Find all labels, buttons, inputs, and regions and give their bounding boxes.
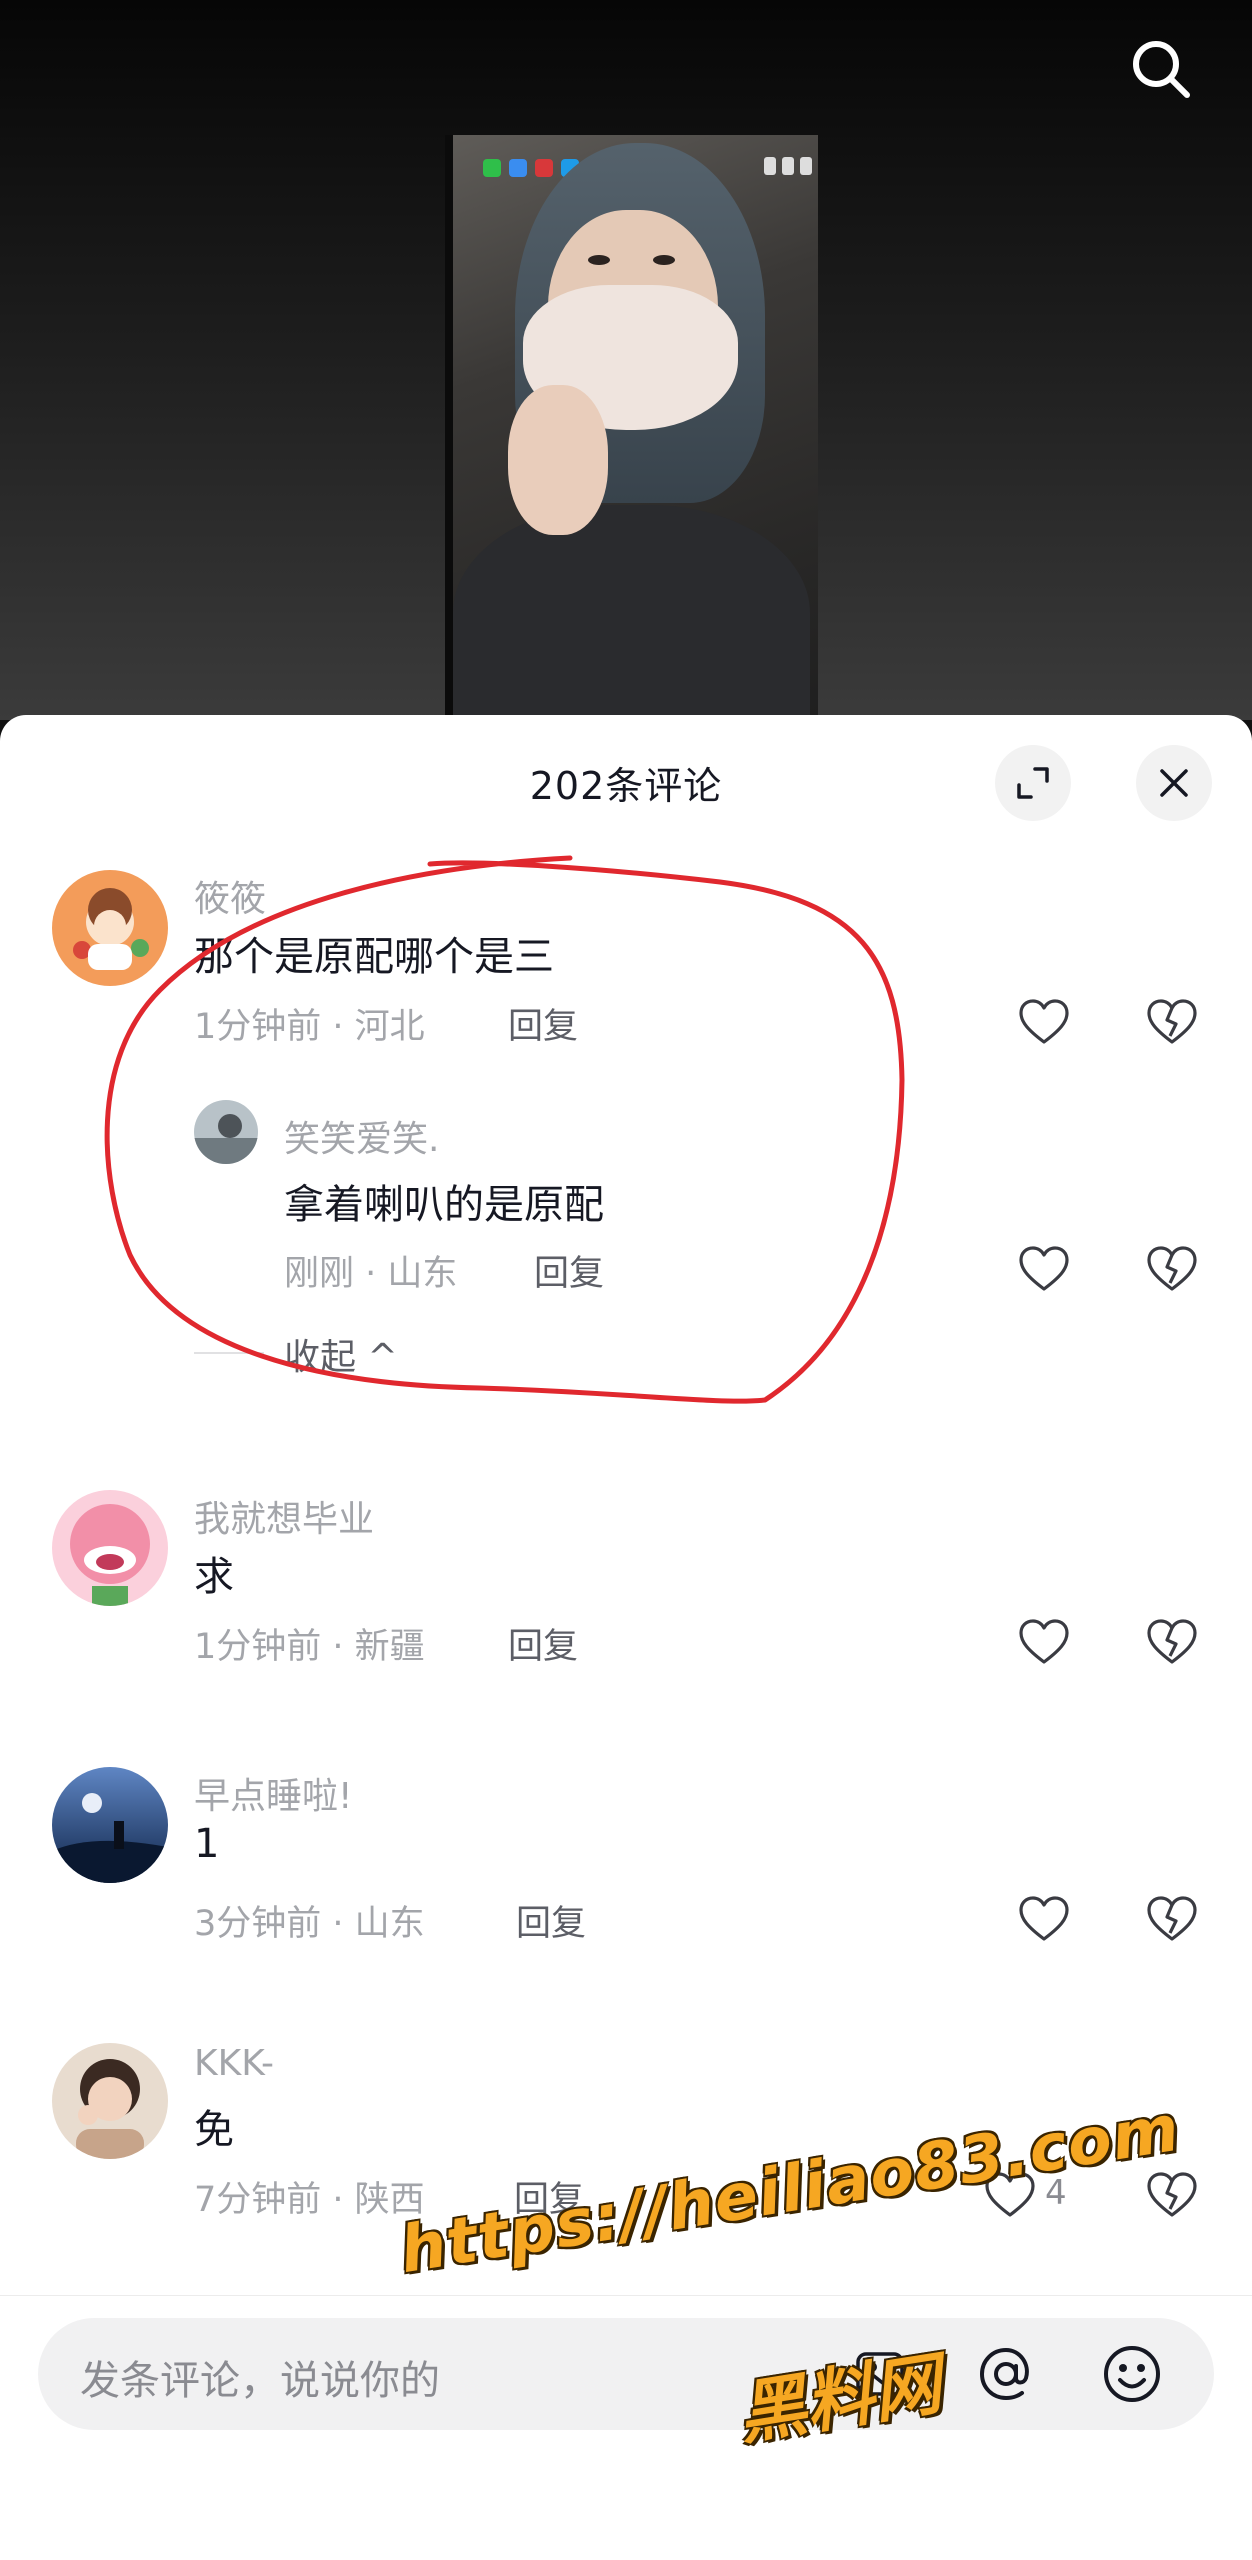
comment-meta: 1分钟前 · 河北 [194, 1007, 425, 1047]
heart-icon [1019, 1896, 1069, 1941]
comment-meta: 7分钟前 · 陕西 [194, 2180, 425, 2220]
person-hand [508, 385, 608, 535]
dislike-button[interactable] [1142, 992, 1202, 1052]
comment-meta: 刚刚 · 山东 [284, 1254, 458, 1294]
reply-button[interactable]: 回复 [508, 1618, 578, 1669]
video-status-indicators [764, 157, 812, 175]
comment-text: 求 [194, 1554, 234, 1600]
emoji-button[interactable] [1100, 2342, 1164, 2406]
avatar[interactable] [194, 1100, 258, 1164]
person-eye [653, 255, 675, 265]
commenter-name[interactable]: 早点睡啦! [194, 1767, 352, 1819]
mention-button[interactable] [974, 2342, 1038, 2406]
dislike-button[interactable] [1142, 1239, 1202, 1299]
comment-input-placeholder: 发条评论，说说你的 [80, 2358, 440, 2404]
broken-heart-icon [1147, 2172, 1197, 2217]
collapse-replies-button[interactable]: 收起 ^ [284, 1328, 398, 1380]
avatar[interactable] [52, 1767, 168, 1883]
dislike-button[interactable] [1142, 1889, 1202, 1949]
comment-input[interactable]: 发条评论，说说你的 [38, 2318, 1214, 2430]
comment-text: 那个是原配哪个是三 [194, 934, 554, 980]
search-icon [1133, 41, 1190, 98]
like-button[interactable] [1014, 992, 1074, 1052]
reply-button[interactable]: 回复 [516, 1895, 586, 1946]
comment-text: 1 [194, 1821, 220, 1867]
expand-button[interactable] [995, 745, 1071, 821]
input-divider [0, 2295, 1252, 2296]
reply-button[interactable]: 回复 [508, 998, 578, 1049]
close-icon [1160, 769, 1188, 797]
comment-text: 免 [194, 2107, 234, 2153]
broken-heart-icon [1147, 1246, 1197, 1291]
heart-icon [1019, 999, 1069, 1044]
video-player[interactable] [0, 0, 1252, 720]
commenter-name[interactable]: 笑笑爱笑. [284, 1110, 439, 1162]
avatar[interactable] [52, 870, 168, 986]
commenter-name[interactable]: KKK- [194, 2043, 274, 2084]
emoji-icon [1104, 2346, 1160, 2402]
comment-meta: 1分钟前 · 新疆 [194, 1627, 425, 1667]
comment-sheet: 202条评论 筱筱 那个是原配哪个是三 1分钟前 · 河北 回复 笑笑爱笑. 拿… [0, 715, 1252, 2560]
heart-icon [1019, 1619, 1069, 1664]
video-frame [445, 135, 818, 720]
like-button[interactable] [1014, 1612, 1074, 1672]
dislike-button[interactable] [1142, 2165, 1202, 2225]
commenter-name[interactable]: 我就想毕业 [194, 1490, 374, 1542]
comment-meta: 3分钟前 · 山东 [194, 1904, 425, 1944]
reply-button[interactable]: 回复 [534, 1245, 604, 1296]
like-button[interactable] [1014, 1239, 1074, 1299]
like-button[interactable] [1014, 1889, 1074, 1949]
collapse-divider [194, 1352, 264, 1354]
commenter-name[interactable]: 筱筱 [194, 870, 266, 922]
broken-heart-icon [1147, 1896, 1197, 1941]
broken-heart-icon [1147, 999, 1197, 1044]
expand-icon [1017, 767, 1049, 799]
avatar[interactable] [52, 2043, 168, 2159]
search-button[interactable] [1122, 30, 1200, 108]
at-icon [979, 2347, 1029, 2401]
dislike-button[interactable] [1142, 1612, 1202, 1672]
person-jacket [453, 505, 810, 720]
close-button[interactable] [1136, 745, 1212, 821]
avatar[interactable] [52, 1490, 168, 1606]
person-eye [588, 255, 610, 265]
broken-heart-icon [1147, 1619, 1197, 1664]
heart-icon [1019, 1246, 1069, 1291]
comment-text: 拿着喇叭的是原配 [284, 1182, 604, 1228]
